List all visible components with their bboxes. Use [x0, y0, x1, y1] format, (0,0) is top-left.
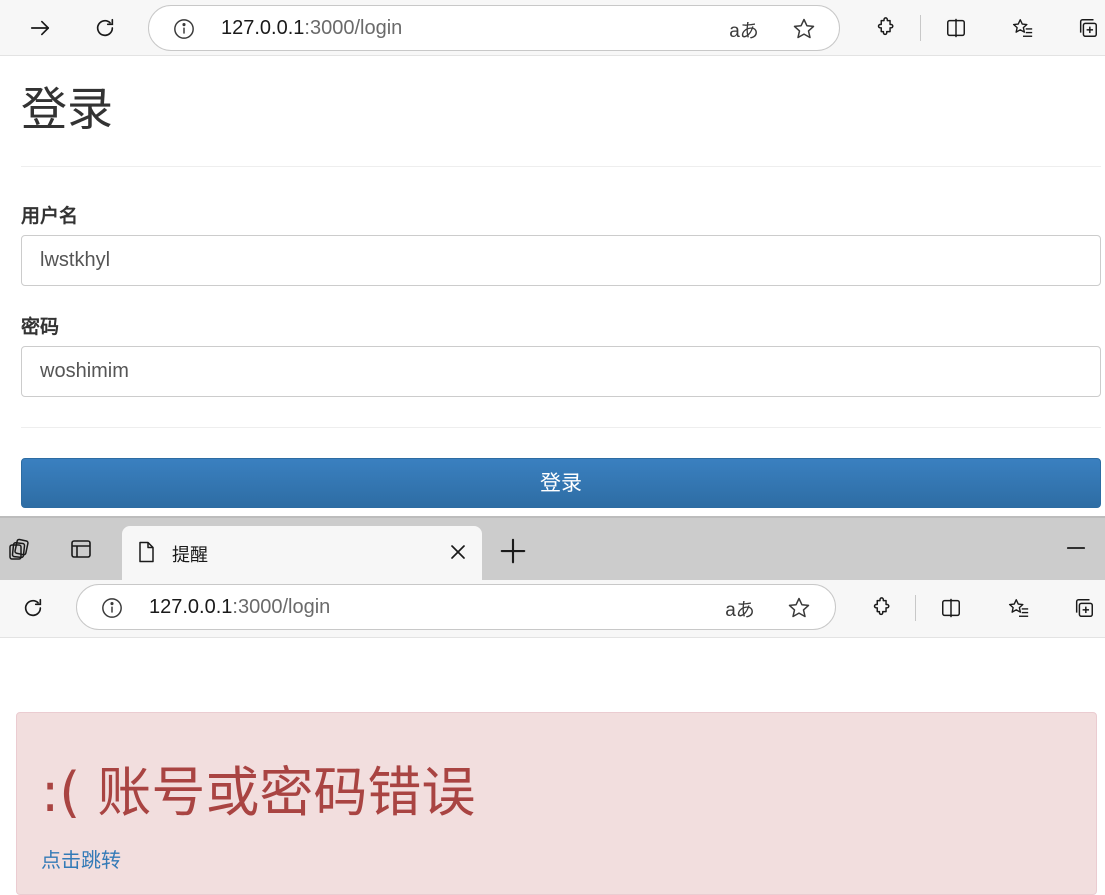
workspaces-icon	[9, 538, 29, 560]
toolbar-divider	[920, 15, 921, 41]
refresh-icon	[24, 598, 42, 617]
favorites-button[interactable]	[1005, 10, 1041, 46]
favorites-button-2[interactable]	[1001, 590, 1037, 626]
favorite-star-icon[interactable]	[787, 596, 811, 620]
username-input[interactable]: lwstkhyl	[21, 235, 1101, 286]
workspaces-button[interactable]	[2, 532, 36, 566]
top-browser-toolbar: 127.0.0.1:3000/login aあ	[0, 0, 1105, 56]
bottom-browser-toolbar: 127.0.0.1:3000/login aあ	[0, 580, 1105, 638]
extensions-button-2[interactable]	[862, 590, 898, 626]
username-label: 用户名	[21, 205, 79, 227]
favorites-icon	[1012, 19, 1033, 37]
page-title: 登录	[21, 82, 113, 136]
collections-icon	[1075, 599, 1093, 617]
minimize-icon[interactable]	[1062, 534, 1090, 562]
tab-strip: 提醒	[0, 516, 1105, 582]
login-submit-button[interactable]: 登录	[21, 458, 1101, 508]
collections-icon	[1079, 19, 1097, 37]
tab-actions-icon	[71, 540, 91, 558]
collections-button-2[interactable]	[1066, 590, 1102, 626]
extensions-icon	[873, 597, 890, 616]
error-alert: :( 账号或密码错误 点击跳转	[16, 712, 1097, 895]
title-divider	[21, 166, 1101, 167]
forward-icon	[30, 20, 50, 36]
split-screen-button[interactable]	[938, 10, 974, 46]
refresh-button[interactable]	[87, 10, 123, 46]
new-tab-icon[interactable]	[498, 536, 528, 566]
url-path: :3000/login	[304, 17, 403, 39]
refresh-icon	[96, 18, 114, 37]
password-label: 密码	[21, 316, 60, 338]
read-aloud-icon[interactable]: aあ	[729, 16, 759, 42]
address-bar[interactable]: 127.0.0.1:3000/login aあ	[148, 5, 840, 51]
url-host: 127.0.0.1	[221, 17, 305, 39]
info-icon[interactable]	[173, 18, 195, 40]
url-text-2[interactable]: 127.0.0.1:3000/login	[149, 596, 330, 619]
alert-page: :( 账号或密码错误 点击跳转	[0, 638, 1105, 895]
forward-button[interactable]	[22, 10, 58, 46]
collections-button[interactable]	[1070, 10, 1105, 46]
favorite-star-icon[interactable]	[792, 17, 816, 41]
refresh-button-2[interactable]	[15, 590, 51, 626]
extensions-icon	[877, 17, 894, 36]
url-host-2: 127.0.0.1	[149, 596, 233, 618]
close-icon[interactable]	[446, 540, 470, 564]
form-divider	[21, 427, 1101, 428]
url-path-2: :3000/login	[232, 596, 331, 618]
split-screen-icon	[942, 598, 960, 618]
address-bar-2[interactable]: 127.0.0.1:3000/login aあ	[76, 584, 836, 630]
alert-heading: :( 账号或密码错误	[41, 761, 476, 824]
info-icon[interactable]	[101, 597, 123, 619]
page-icon	[139, 541, 154, 563]
password-input[interactable]: woshimim	[21, 346, 1101, 397]
url-text[interactable]: 127.0.0.1:3000/login	[221, 17, 402, 40]
split-screen-button-2[interactable]	[933, 590, 969, 626]
favorites-icon	[1008, 599, 1029, 617]
extensions-button[interactable]	[866, 10, 902, 46]
login-page: 登录 用户名 lwstkhyl 密码 woshimim 登录	[0, 56, 1105, 516]
tab-title: 提醒	[172, 545, 208, 566]
split-screen-icon	[947, 18, 965, 38]
redirect-link[interactable]: 点击跳转	[41, 844, 121, 873]
toolbar-divider-2	[915, 595, 916, 621]
read-aloud-icon[interactable]: aあ	[725, 595, 755, 621]
tab-actions-button[interactable]	[64, 532, 98, 566]
tab-reminder[interactable]: 提醒	[122, 526, 482, 582]
